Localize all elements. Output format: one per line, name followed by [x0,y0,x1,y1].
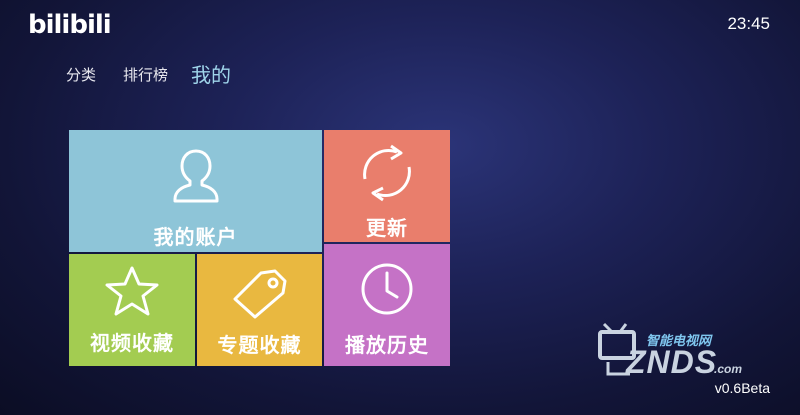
bilibili-logo: bilibili [28,10,112,40]
tab-categories[interactable]: 分类 [66,64,96,86]
clock: 23:45 [727,14,770,33]
watermark-domain: .com [714,362,743,376]
update-tile[interactable]: 更新 [324,130,450,242]
video-favorites-tile[interactable]: 视频收藏 [69,254,195,366]
version-label: v0.6Beta [714,380,770,396]
my-account-tile[interactable]: 我的账户 [69,130,322,252]
star-icon [105,266,159,316]
znds-watermark: 智能电视网 ZNDS .com [596,318,776,382]
video-favorites-label: 视频收藏 [90,331,174,355]
refresh-icon [363,144,411,202]
my-account-label: 我的账户 [153,225,238,249]
watermark-brand: ZNDS [626,344,718,380]
play-history-tile[interactable]: 播放历史 [324,244,450,366]
update-label: 更新 [366,216,408,240]
user-icon [173,149,218,203]
topic-favorites-tile[interactable]: 专题收藏 [197,254,322,366]
clock-icon [361,263,413,315]
tab-rankings[interactable]: 排行榜 [123,64,168,86]
topic-favorites-label: 专题收藏 [217,333,302,357]
tag-icon [233,269,286,319]
tab-mine[interactable]: 我的 [191,64,231,86]
play-history-label: 播放历史 [345,333,429,357]
top-nav: 分类 排行榜 我的 [66,64,258,86]
